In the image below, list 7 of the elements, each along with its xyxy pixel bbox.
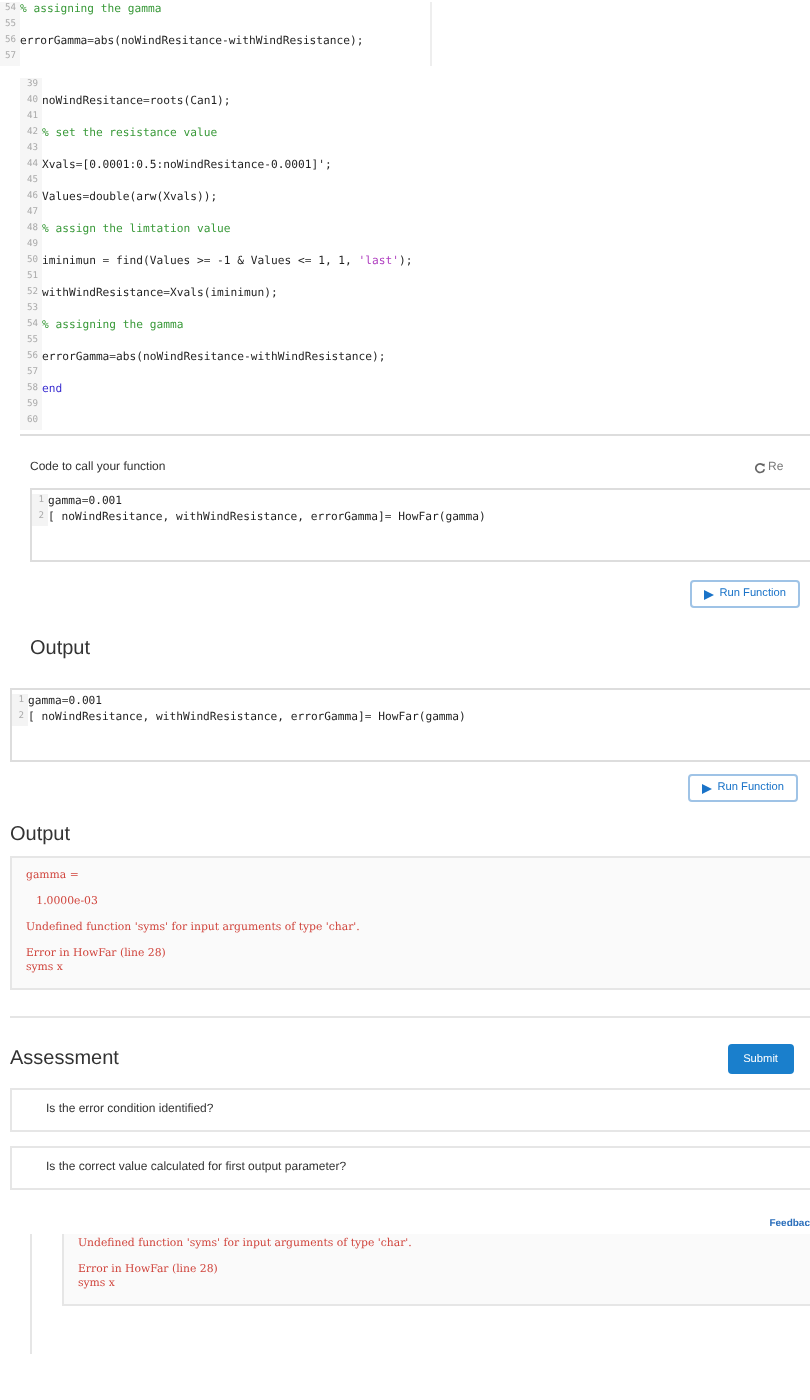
section-heading: Output: [10, 824, 73, 846]
code-editor[interactable]: [20, 78, 810, 436]
play-icon: [703, 589, 714, 599]
play-icon: [701, 783, 712, 793]
section-heading: Output: [30, 638, 93, 660]
refresh-icon: [754, 462, 766, 474]
section-heading: Assessment: [10, 1048, 119, 1070]
